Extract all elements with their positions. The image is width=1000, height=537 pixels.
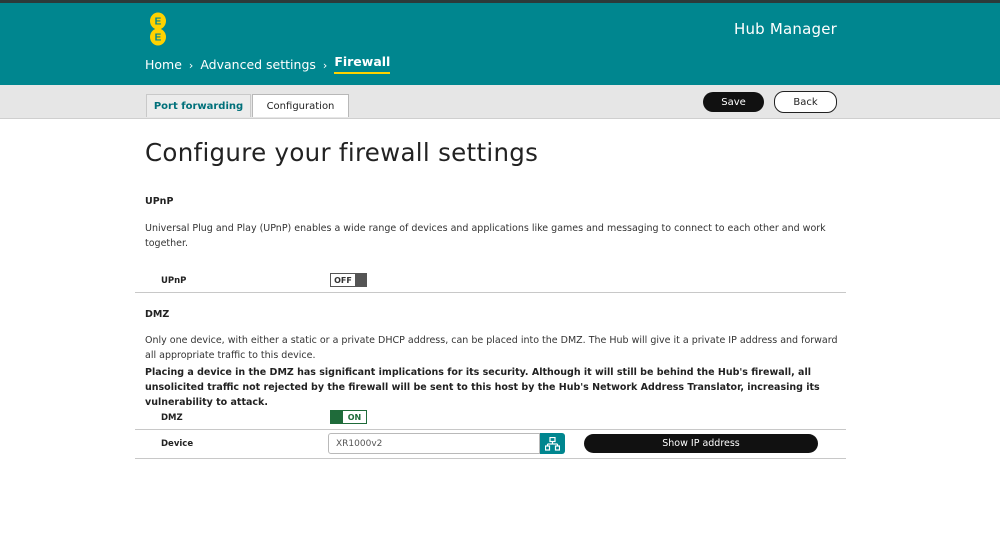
breadcrumb-firewall[interactable]: Firewall [334, 54, 391, 74]
toggle-knob [331, 411, 343, 423]
network-tree-icon[interactable] [540, 433, 565, 454]
show-ip-address-button[interactable]: Show IP address [584, 434, 818, 453]
dmz-toggle-state: ON [343, 411, 366, 423]
site-header: E E Hub Manager Home › Advanced settings… [0, 3, 1000, 85]
device-row-label: Device [161, 439, 194, 449]
tab-configuration[interactable]: Configuration [252, 94, 349, 117]
toggle-knob [355, 274, 366, 286]
upnp-toggle[interactable]: OFF [330, 273, 367, 287]
dmz-heading: DMZ [145, 309, 170, 320]
save-button[interactable]: Save [703, 92, 764, 112]
upnp-toggle-state: OFF [334, 275, 352, 285]
back-button[interactable]: Back [774, 91, 837, 113]
chevron-right-icon: › [322, 58, 328, 72]
dmz-description: Only one device, with either a static or… [145, 335, 838, 361]
row-divider [135, 429, 846, 430]
breadcrumb-home[interactable]: Home [145, 57, 182, 72]
svg-text:E: E [155, 17, 162, 28]
ee-logo-icon[interactable]: E E [148, 12, 168, 46]
upnp-heading: UPnP [145, 196, 174, 207]
svg-text:E: E [155, 33, 162, 44]
dmz-toggle[interactable]: ON [330, 410, 367, 424]
section-divider [135, 458, 846, 459]
dmz-warning: Placing a device in the DMZ has signific… [145, 367, 820, 408]
tab-port-forwarding[interactable]: Port forwarding [146, 94, 251, 117]
breadcrumb-advanced-settings[interactable]: Advanced settings [200, 57, 316, 72]
section-divider [135, 292, 846, 293]
tab-bar: Port forwarding Configuration Save Back [0, 85, 1000, 119]
dmz-row-label: DMZ [161, 413, 183, 423]
app-title: Hub Manager [733, 20, 837, 38]
upnp-description: Universal Plug and Play (UPnP) enables a… [145, 223, 826, 249]
device-field[interactable]: XR1000v2 [328, 433, 540, 454]
breadcrumb: Home › Advanced settings › Firewall [145, 54, 391, 74]
page-title: Configure your firewall settings [145, 138, 539, 167]
upnp-row-label: UPnP [161, 276, 187, 286]
chevron-right-icon: › [188, 58, 194, 72]
